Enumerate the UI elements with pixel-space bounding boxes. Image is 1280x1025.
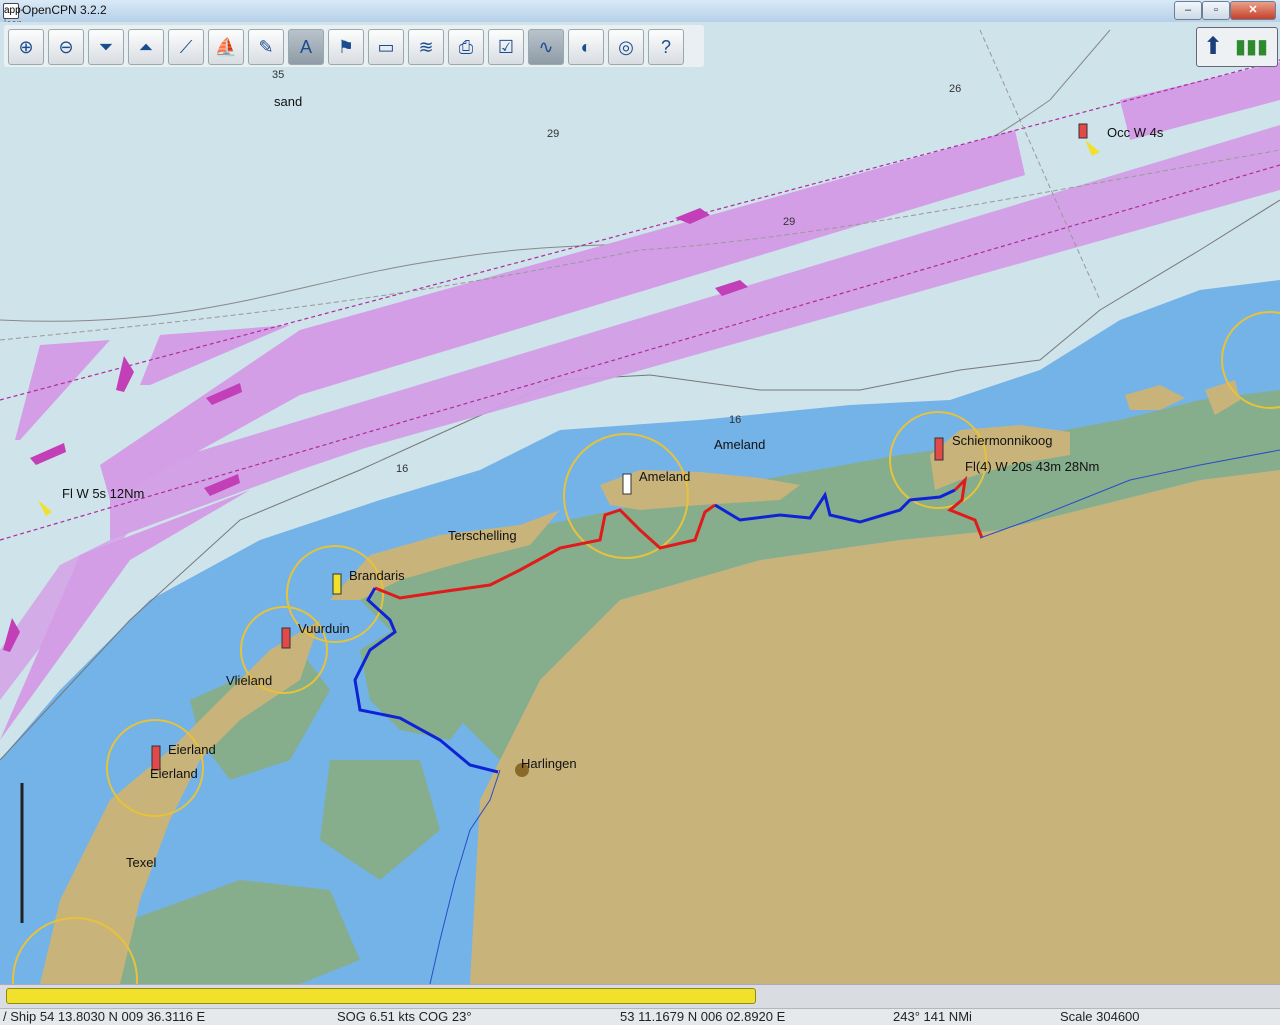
bearing-distance: 243° 141 NMi	[893, 1009, 972, 1024]
sounding: 29	[547, 128, 560, 140]
sounding: 16	[729, 414, 742, 426]
place-label: Terschelling	[448, 528, 517, 543]
mob-icon[interactable]: ◎	[608, 29, 644, 65]
seabed-label: sand	[274, 94, 303, 109]
close-button[interactable]: ✕	[1230, 1, 1276, 20]
piano-bar[interactable]	[0, 984, 1280, 1009]
settings-icon[interactable]: ☑	[488, 29, 524, 65]
nautical-chart-canvas[interactable]: 35 29 29 26 16 16 sand Occ W 4s Fl W 5s …	[0, 22, 1280, 984]
mark-icon[interactable]: ⚑	[328, 29, 364, 65]
cursor-position: 53 11.1679 N 006 02.8920 E	[620, 1009, 786, 1024]
ship-position: / Ship 54 13.8030 N 009 36.3116 E	[3, 1009, 206, 1024]
light-label: Eierland	[168, 742, 216, 757]
ship-icon[interactable]: ⛵	[208, 29, 244, 65]
app-icon: app-icon	[3, 3, 24, 30]
minimize-button[interactable]: –	[1174, 1, 1202, 20]
help-icon[interactable]: ?	[648, 29, 684, 65]
place-label: Harlingen	[521, 756, 577, 771]
tide-icon[interactable]: ≋	[408, 29, 444, 65]
colorscheme-icon[interactable]: ◐	[568, 29, 604, 65]
compass-widget[interactable]: ⬆ ▮▮▮	[1196, 27, 1278, 67]
status-bar: / Ship 54 13.8030 N 009 36.3116 E SOG 6.…	[0, 1008, 1280, 1025]
print-icon[interactable]: ⎙	[448, 29, 484, 65]
scale-in-icon[interactable]: ⏷	[88, 29, 124, 65]
chart-scale: Scale 304600	[1060, 1009, 1140, 1024]
track-icon[interactable]: ∿	[528, 29, 564, 65]
light-characteristic-label: Fl(4) W 20s 43m 28Nm	[965, 459, 1100, 474]
route-icon[interactable]: ⟋	[168, 29, 204, 65]
text-icon[interactable]: A	[288, 29, 324, 65]
speed-course: SOG 6.51 kts COG 23°	[337, 1009, 472, 1024]
sounding: 26	[949, 83, 962, 95]
light-label: Brandaris	[349, 568, 405, 583]
place-label: Texel	[126, 855, 157, 870]
light-characteristic-label: Occ W 4s	[1107, 125, 1164, 140]
place-label: Ameland	[714, 437, 766, 452]
sounding: 35	[272, 69, 285, 81]
chart-toggle-icon[interactable]: ▭	[368, 29, 404, 65]
light-label: Vuurduin	[298, 621, 350, 636]
window-title: OpenCPN 3.2.2	[22, 3, 107, 17]
place-label: Eierland	[150, 766, 198, 781]
sounding: 16	[396, 463, 409, 475]
title-bar: app-icon OpenCPN 3.2.2 – ▫ ✕	[0, 0, 1280, 30]
main-toolbar: ⊕ ⊖ ⏷ ⏶ ⟋ ⛵ ✎ A ⚑ ▭ ≋ ⎙ ☑ ∿ ◐ ◎ ?	[4, 25, 704, 67]
zoom-in-icon[interactable]: ⊕	[8, 29, 44, 65]
light-characteristic-label: Fl W 5s 12Nm	[62, 486, 145, 501]
chart-graphics	[0, 22, 1280, 984]
place-label: Vlieland	[226, 673, 273, 688]
scale-out-icon[interactable]: ⏶	[128, 29, 164, 65]
zoom-out-icon[interactable]: ⊖	[48, 29, 84, 65]
maximize-button[interactable]: ▫	[1202, 1, 1230, 20]
chart-quilt-bar[interactable]	[6, 988, 756, 1004]
sounding: 29	[783, 216, 796, 228]
place-label: Schiermonnikoog	[952, 433, 1053, 448]
gps-signal-icon: ▮▮▮	[1235, 36, 1269, 58]
measure-icon[interactable]: ✎	[248, 29, 284, 65]
compass-icon: ⬆	[1203, 33, 1224, 60]
light-label: Ameland	[639, 469, 691, 484]
